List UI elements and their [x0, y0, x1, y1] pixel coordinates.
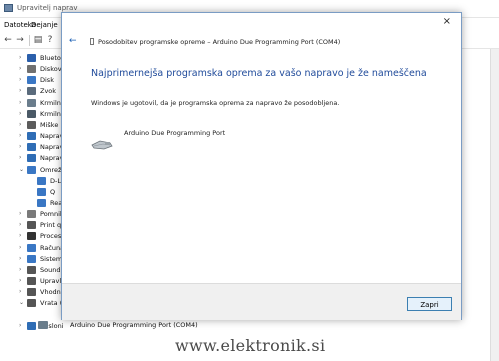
tree-item-label: Sound — [40, 265, 61, 274]
chevron-down-icon[interactable]: ⌄ — [19, 166, 24, 173]
device-category-icon — [37, 176, 46, 185]
back-arrow-icon[interactable]: ← — [69, 36, 77, 46]
chevron-right-icon[interactable]: › — [19, 76, 21, 83]
device-category-icon — [27, 254, 36, 263]
help-icon[interactable]: ? — [45, 35, 55, 45]
tree-item-label: Zvok — [40, 87, 57, 96]
chevron-right-icon[interactable]: › — [19, 232, 21, 239]
chevron-right-icon[interactable]: › — [19, 277, 21, 284]
chevron-right-icon[interactable]: › — [19, 244, 21, 251]
watermark-text: www.elektronik.si — [175, 336, 326, 355]
device-name: Arduino Due Programming Port — [124, 129, 226, 137]
chevron-right-icon[interactable]: › — [19, 110, 21, 117]
device-category-icon — [27, 87, 36, 96]
tree-item-arduino-port[interactable]: Arduino Due Programming Port (COM4) — [70, 321, 198, 329]
background-window-title: Upravitelj naprav — [17, 4, 78, 12]
tree-item-label: Miške — [40, 120, 59, 129]
chevron-right-icon[interactable]: › — [19, 266, 21, 273]
update-driver-dialog: × ← Posodobitev programske opreme – Ardu… — [61, 12, 462, 320]
chevron-right-icon[interactable]: › — [19, 54, 21, 61]
device-category-icon — [27, 76, 36, 85]
device-manager-icon — [4, 4, 13, 12]
device-category-icon — [27, 109, 36, 118]
chevron-right-icon[interactable]: › — [19, 255, 21, 262]
dialog-heading: Najprimernejša programska oprema za vašo… — [91, 68, 427, 79]
forward-arrow-icon[interactable]: → — [15, 35, 25, 45]
device-category-icon — [37, 198, 46, 207]
device-icon — [90, 38, 94, 45]
chevron-right-icon[interactable]: › — [19, 288, 21, 295]
device-category-icon — [27, 154, 36, 163]
chevron-right-icon[interactable]: › — [19, 65, 21, 72]
port-device-icon — [38, 321, 48, 329]
chevron-right-icon[interactable]: › — [19, 154, 21, 161]
device-category-icon — [27, 265, 36, 274]
properties-icon[interactable]: ▤ — [33, 35, 43, 45]
chevron-right-icon[interactable]: › — [19, 143, 21, 150]
device-category-icon — [27, 232, 36, 241]
device-category-icon — [27, 243, 36, 252]
device-category-icon — [27, 221, 36, 230]
device-category-icon — [27, 65, 36, 74]
close-button[interactable]: Zapri — [407, 297, 452, 311]
device-category-icon — [27, 210, 36, 219]
chevron-right-icon[interactable]: › — [19, 221, 21, 228]
tree-item-label: Disk — [40, 76, 54, 85]
tree-item-label: Q — [50, 187, 56, 196]
device-category-icon — [27, 299, 36, 308]
back-arrow-icon[interactable]: ← — [3, 35, 13, 45]
device-category-icon — [27, 132, 36, 141]
menu-action[interactable]: Dejanje — [31, 21, 58, 29]
chevron-right-icon[interactable]: › — [19, 132, 21, 139]
device-category-icon — [27, 98, 36, 107]
chevron-down-icon[interactable]: ⌄ — [19, 299, 24, 306]
chevron-right-icon[interactable]: › — [19, 322, 21, 329]
close-icon[interactable]: × — [443, 16, 451, 27]
device-tree: ›Bluetooth›Diskovni pogoni›Disk›Zvok›Krm… — [0, 50, 102, 361]
device-category-icon — [27, 143, 36, 152]
dialog-footer: Zapri — [62, 283, 461, 320]
tree-item-label: D-L — [50, 176, 61, 185]
toolbar-separator — [29, 35, 30, 46]
background-scrollbar[interactable] — [490, 49, 499, 361]
device-category-icon — [27, 277, 36, 285]
device-category-icon — [27, 54, 36, 62]
chevron-right-icon[interactable]: › — [19, 99, 21, 106]
dialog-body-text: Windows je ugotovil, da je programska op… — [91, 99, 340, 107]
dialog-breadcrumb: Posodobitev programske opreme – Arduino … — [98, 38, 341, 46]
device-category-icon — [27, 120, 36, 129]
chevron-right-icon[interactable]: › — [19, 210, 21, 217]
device-category-icon — [27, 321, 36, 330]
device-category-icon — [27, 288, 36, 297]
chevron-right-icon[interactable]: › — [19, 87, 21, 94]
device-category-icon — [27, 165, 36, 174]
device-category-icon — [37, 187, 46, 196]
usb-cable-icon — [91, 140, 113, 150]
chevron-right-icon[interactable]: › — [19, 121, 21, 128]
